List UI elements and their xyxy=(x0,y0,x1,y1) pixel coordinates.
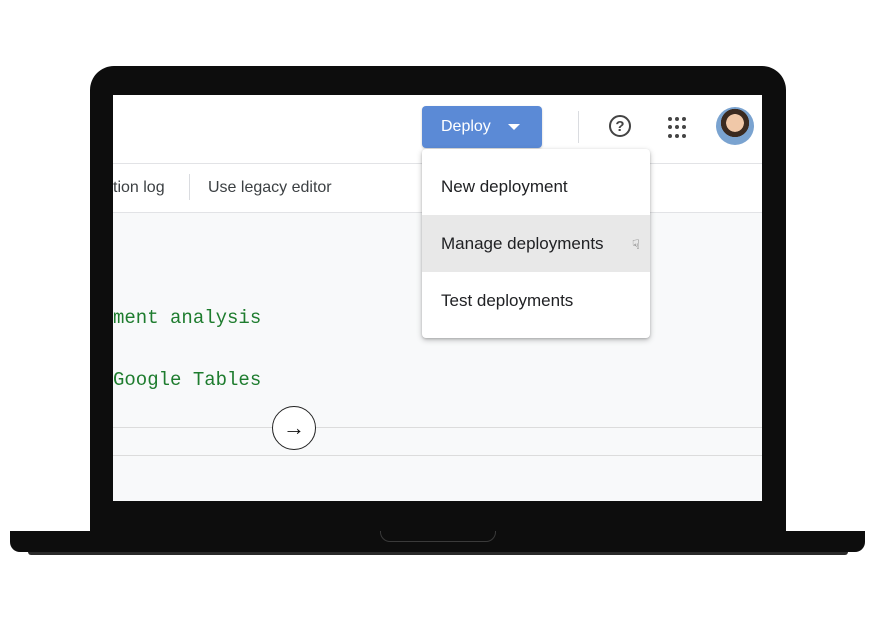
account-avatar[interactable] xyxy=(716,107,754,145)
laptop-notch xyxy=(380,531,496,542)
toolbar-divider xyxy=(189,174,190,200)
code-line: ment analysis xyxy=(113,307,262,329)
header-divider xyxy=(578,111,579,143)
laptop-screen: Deploy ? tion log Use legacy editor ment… xyxy=(113,95,762,501)
menu-item-label: Test deployments xyxy=(441,291,574,310)
arrow-right-icon[interactable]: → xyxy=(272,406,316,450)
menu-item-label: Manage deployments xyxy=(441,234,604,253)
deploy-dropdown-menu: New deployment Manage deployments ☟ Test… xyxy=(422,149,650,338)
help-circle-icon[interactable]: ? xyxy=(609,115,631,137)
menu-item-label: New deployment xyxy=(441,177,568,196)
laptop-base-shadow xyxy=(28,552,848,555)
menu-item-test-deployments[interactable]: Test deployments xyxy=(422,272,650,329)
code-line: Google Tables xyxy=(113,369,262,391)
lower-panel xyxy=(113,428,762,501)
deploy-button[interactable]: Deploy xyxy=(422,106,542,148)
apps-grid-icon[interactable] xyxy=(668,117,690,139)
pointer-hand-icon: ☟ xyxy=(632,237,640,252)
caret-down-icon xyxy=(507,124,520,130)
execution-log-button[interactable]: tion log xyxy=(113,179,165,197)
use-legacy-editor-button[interactable]: Use legacy editor xyxy=(208,179,332,197)
menu-item-manage-deployments[interactable]: Manage deployments ☟ xyxy=(422,215,650,272)
deploy-button-label: Deploy xyxy=(441,118,491,135)
menu-item-new-deployment[interactable]: New deployment xyxy=(422,158,650,215)
panel-divider xyxy=(113,455,762,456)
